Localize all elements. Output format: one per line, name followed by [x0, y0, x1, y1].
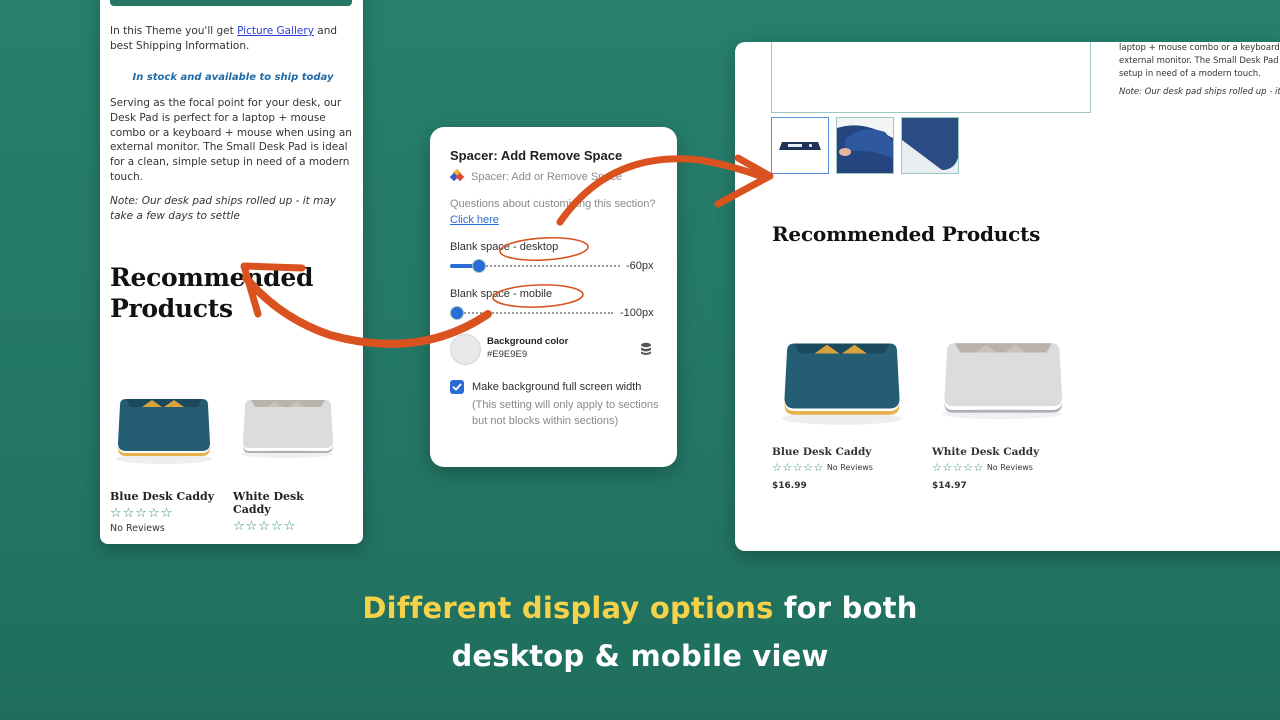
mobile-preview: In this Theme you'll get Picture Gallery… [100, 0, 363, 544]
rating-stars: ☆☆☆☆☆ [110, 506, 174, 521]
mobile-space-value: -100px [620, 307, 654, 319]
background-color-label: Background color [487, 336, 569, 347]
caption-rest: for both [773, 591, 918, 625]
thumbnail-desk-pad-corner[interactable] [901, 117, 959, 174]
product-price: $16.99 [772, 481, 807, 491]
product-card[interactable]: White Desk Caddy ☆☆☆☆☆ [233, 370, 341, 534]
rating-row: ☆☆☆☆☆ No Reviews [772, 461, 912, 474]
add-to-cart-button[interactable] [110, 0, 352, 6]
white-caddy-image[interactable] [932, 312, 1072, 440]
product-price: $14.97 [932, 481, 967, 491]
white-caddy-image[interactable] [233, 370, 341, 480]
recommended-heading: Recommended Products [110, 263, 314, 323]
app-name: Spacer: Add or Remove Space [471, 170, 623, 183]
product-description: Serving as the focal point for your desk… [110, 97, 352, 183]
app-attribution[interactable]: Spacer: Add or Remove Space [449, 168, 623, 184]
rating-stars: ☆☆☆☆☆ [233, 519, 297, 534]
panel-title: Spacer: Add Remove Space [450, 148, 623, 163]
intro-prefix: In this Theme you'll get [110, 25, 238, 37]
desktop-space-value: -60px [626, 260, 654, 272]
slider-thumb[interactable] [471, 259, 486, 273]
description-line: setup in need of a modern touch. [1119, 69, 1261, 79]
reviews-count: No Reviews [826, 463, 873, 472]
slider-track[interactable] [478, 265, 620, 267]
mobile-space-label: Blank space - mobile [450, 288, 553, 300]
full-width-label[interactable]: Make background full screen width [472, 381, 641, 393]
stock-status: In stock and available to ship today [132, 72, 334, 83]
recommended-heading: Recommended Products [772, 222, 1041, 246]
product-card[interactable]: Blue Desk Caddy ☆☆☆☆☆ No Reviews $16.99 [772, 312, 912, 491]
checkmark-icon [452, 383, 462, 391]
click-here-link[interactable]: Click here [450, 214, 499, 226]
mobile-space-slider[interactable] [450, 306, 613, 320]
desktop-space-label: Blank space - desktop [450, 241, 559, 253]
full-width-checkbox[interactable] [450, 380, 464, 394]
thumbnail-desk-pad-lift[interactable] [836, 117, 894, 174]
rating-stars: ☆☆☆☆☆ [772, 461, 824, 474]
picture-gallery-link[interactable]: Picture Gallery [237, 25, 314, 37]
spacer-app-logo-icon [449, 168, 465, 184]
reviews-count: No Reviews [986, 463, 1033, 472]
description-line: external monitor. The Small Desk Pad is [1119, 56, 1280, 66]
main-product-image[interactable] [771, 42, 1091, 113]
help-question: Questions about customizing this section… [450, 198, 656, 210]
product-name[interactable]: White Desk Caddy [233, 490, 341, 516]
caption-line-2: desktop & mobile view [451, 639, 829, 673]
background-color-value: #E9E9E9 [487, 349, 528, 360]
help-text: Questions about customizing this section… [450, 197, 660, 228]
dynamic-source-icon[interactable] [640, 342, 652, 356]
blue-caddy-image[interactable] [772, 312, 912, 440]
desktop-description: laptop + mouse combo or a keyboard exter… [1119, 42, 1280, 81]
product-card[interactable]: Blue Desk Caddy ☆☆☆☆☆ No Reviews [110, 370, 218, 534]
marketing-caption: Different display options for both deskt… [0, 584, 1280, 680]
thumbnail-desk-pad-top[interactable] [771, 117, 829, 174]
intro-text: In this Theme you'll get Picture Gallery… [110, 24, 356, 54]
background-color-swatch[interactable] [450, 334, 481, 365]
reviews-count: No Reviews [110, 523, 165, 534]
full-width-help: (This setting will only apply to section… [472, 399, 659, 427]
product-name[interactable]: White Desk Caddy [932, 446, 1072, 458]
product-name[interactable]: Blue Desk Caddy [772, 446, 912, 458]
rating-stars: ☆☆☆☆☆ [932, 461, 984, 474]
slider-track[interactable] [457, 312, 613, 314]
slider-thumb[interactable] [450, 306, 464, 320]
spacer-settings-panel: Spacer: Add Remove Space Spacer: Add or … [430, 127, 677, 467]
product-name[interactable]: Blue Desk Caddy [110, 490, 218, 503]
caption-line-1: Different display options for both [0, 584, 1280, 632]
caption-highlight: Different display options [362, 591, 774, 625]
desktop-space-slider[interactable] [450, 259, 620, 273]
blue-caddy-image[interactable] [110, 370, 218, 480]
desktop-preview: laptop + mouse combo or a keyboard exter… [735, 42, 1280, 551]
description-line: laptop + mouse combo or a keyboard [1119, 43, 1280, 53]
shipping-note: Note: Our desk pad ships rolled up - it [1119, 87, 1280, 97]
rating-row: ☆☆☆☆☆ No Reviews [932, 461, 1072, 474]
product-card[interactable]: White Desk Caddy ☆☆☆☆☆ No Reviews $14.97 [932, 312, 1072, 491]
shipping-note: Note: Our desk pad ships rolled up - it … [110, 195, 337, 222]
